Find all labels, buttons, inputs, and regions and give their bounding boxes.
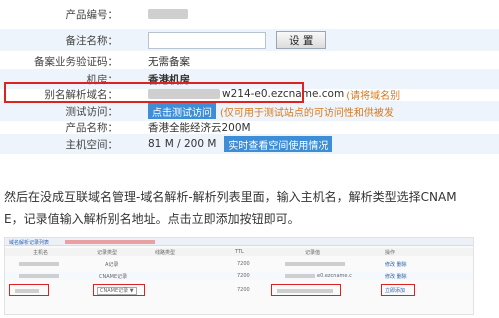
row-host-space: 主机空间： 81 M / 200 M 实时查看空间使用情况 <box>0 134 499 154</box>
record-code-value: 无需备案 <box>148 55 190 68</box>
dns-table-header-note: 域名解析记录列表 <box>9 240 50 246</box>
host-input-highlight <box>9 284 49 296</box>
row-remark-name: 备注名称： 设 置 <box>0 29 499 51</box>
dns-row-2-type: CNAME记录 <box>99 274 128 280</box>
row-record-code: 备案业务验证码： 无需备案 <box>0 51 499 71</box>
dns-row-1-type: A记录 <box>105 262 119 268</box>
col-ttl: TTL <box>235 249 244 255</box>
dns-row-1-ttl: 7200 <box>237 261 250 267</box>
product-name-label: 产品名称： <box>65 121 119 134</box>
set-remark-button[interactable]: 设 置 <box>276 31 327 49</box>
dns-table-header-bar: 域名解析记录列表 <box>5 238 473 246</box>
instruction-line-1: 然后在没成互联域名管理-域名解析-解析列表里面，输入主机名，解析类型选择CNAM <box>4 190 457 204</box>
col-line: 线路类型 <box>155 250 176 256</box>
dns-record-screenshot: 域名解析记录列表 主机名 记录类型 线路类型 TTL 记录值 操作 A记录 72… <box>4 237 474 315</box>
product-name-value: 香港全能经济云200M <box>148 121 251 134</box>
product-id-value-blurred <box>148 9 188 19</box>
view-space-usage-button[interactable]: 实时查看空间使用情况 <box>224 136 333 152</box>
instruction-paragraph: 然后在没成互联域名管理-域名解析-解析列表里面，输入主机名，解析类型选择CNAM… <box>4 186 496 230</box>
remark-name-label: 备注名称： <box>65 34 119 47</box>
dns-row-1-action[interactable]: 修改 删除 <box>385 261 407 268</box>
dns-table-columns: 主机名 记录类型 线路类型 TTL 记录值 操作 <box>5 248 473 256</box>
col-action: 操作 <box>385 250 396 256</box>
dns-row-2-ttl: 7200 <box>237 273 250 279</box>
product-id-label: 产品编号： <box>65 8 119 21</box>
instruction-line-2: E，记录值输入解析别名地址。点击立即添加按钮即可。 <box>4 212 300 226</box>
dns-new-ttl: 7200 <box>237 287 250 293</box>
header-blurred <box>65 240 155 244</box>
col-type: 记录类型 <box>97 250 118 256</box>
dns-row-1: A记录 7200 修改 删除 <box>5 260 473 268</box>
dns-row-2: CNAME记录 7200 e0.ezcname.c 修改 删除 <box>5 272 473 280</box>
type-select-highlight <box>93 284 145 296</box>
col-value: 记录值 <box>305 250 321 256</box>
record-code-label: 备案业务验证码： <box>34 55 118 68</box>
add-button-highlight <box>381 284 415 296</box>
remark-name-input[interactable] <box>148 31 266 49</box>
dns-row-2-value: e0.ezcname.c <box>317 273 352 279</box>
col-host: 主机名 <box>33 250 49 256</box>
host-space-value: 81 M / 200 M <box>148 138 217 150</box>
product-info-panel: 产品编号： 备注名称： 设 置 备案业务验证码： 无需备案 机房： 香港机房 别… <box>0 0 499 154</box>
dns-row-2-action[interactable]: 修改 删除 <box>385 273 407 280</box>
alias-highlight-box <box>4 82 304 103</box>
host-space-label: 主机空间： <box>65 138 119 151</box>
row-product-id: 产品编号： <box>0 4 499 24</box>
value-input-highlight <box>271 284 341 296</box>
alias-domain-note: (请将域名别 <box>346 90 401 102</box>
